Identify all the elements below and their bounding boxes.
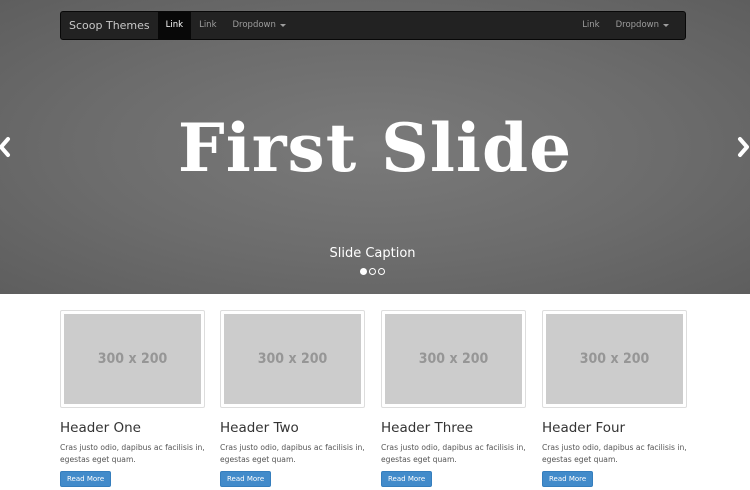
carousel-indicator-2[interactable] (369, 268, 376, 275)
nav-dropdown-right[interactable]: Dropdown (608, 12, 677, 39)
card-title: Header Four (542, 420, 626, 436)
thumbnail[interactable]: 300 x 200 (220, 310, 365, 408)
carousel-indicator-1[interactable] (360, 268, 367, 275)
nav-dropdown-label: Dropdown (232, 20, 276, 30)
card-header-four: 300 x 200 Header Four Cras justo odio, d… (542, 310, 687, 487)
navbar-right: Link Dropdown (574, 12, 685, 39)
chevron-right-icon[interactable] (736, 136, 750, 158)
card-header-three: 300 x 200 Header Three Cras justo odio, … (381, 310, 526, 487)
nav-dropdown-label: Dropdown (615, 20, 659, 30)
thumbnail[interactable]: 300 x 200 (381, 310, 526, 408)
read-more-button[interactable]: Read More (60, 471, 112, 487)
card-header-one: 300 x 200 Header One Cras justo odio, da… (60, 310, 205, 487)
placeholder-image: 300 x 200 (64, 314, 201, 404)
nav-link-right[interactable]: Link (574, 12, 607, 39)
card-title: Header One (60, 420, 141, 436)
caret-down-icon (663, 24, 669, 27)
chevron-left-icon[interactable] (0, 136, 12, 158)
carousel-indicator-3[interactable] (378, 268, 385, 275)
navbar: Scoop Themes Link Link Dropdown Link Dro… (60, 11, 686, 40)
card-header-two: 300 x 200 Header Two Cras justo odio, da… (220, 310, 365, 487)
nav-dropdown[interactable]: Dropdown (225, 12, 294, 39)
card-text: Cras justo odio, dapibus ac facilisis in… (60, 443, 205, 464)
slide-caption: Slide Caption (329, 246, 416, 261)
card-text: Cras justo odio, dapibus ac facilisis in… (381, 443, 526, 464)
read-more-button[interactable]: Read More (542, 471, 594, 487)
read-more-button[interactable]: Read More (220, 471, 272, 487)
card-title: Header Two (220, 420, 299, 436)
nav-link-label: Link (582, 20, 600, 30)
placeholder-image: 300 x 200 (546, 314, 683, 404)
placeholder-image: 300 x 200 (224, 314, 361, 404)
card-text: Cras justo odio, dapibus ac facilisis in… (542, 443, 687, 464)
read-more-button[interactable]: Read More (381, 471, 433, 487)
carousel-indicators (360, 268, 385, 275)
nav-link[interactable]: Link (191, 12, 224, 39)
card-text: Cras justo odio, dapibus ac facilisis in… (220, 443, 365, 464)
thumbnail[interactable]: 300 x 200 (60, 310, 205, 408)
slide-title: First Slide (177, 109, 573, 187)
carousel: Scoop Themes Link Link Dropdown Link Dro… (0, 0, 750, 294)
thumbnail[interactable]: 300 x 200 (542, 310, 687, 408)
caret-down-icon (279, 24, 286, 27)
nav-link-active[interactable]: Link (157, 12, 192, 39)
placeholder-image: 300 x 200 (385, 314, 522, 404)
navbar-brand[interactable]: Scoop Themes (61, 12, 158, 39)
nav-link-label: Link (199, 20, 217, 30)
card-title: Header Three (381, 420, 474, 436)
nav-link-label: Link (165, 20, 184, 30)
